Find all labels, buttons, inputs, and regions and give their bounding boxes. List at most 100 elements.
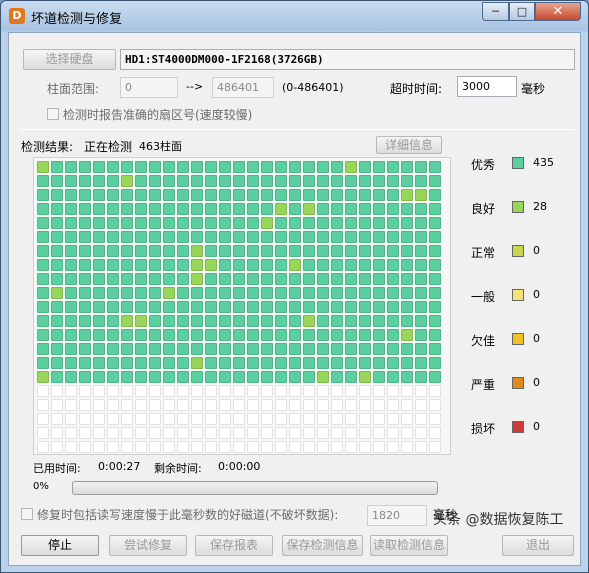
exit-button[interactable]: 退出 <box>502 535 574 556</box>
sector-cell-excellent <box>359 231 371 243</box>
repair-option-checkbox[interactable] <box>21 508 33 520</box>
sector-cell-excellent <box>219 301 231 313</box>
sector-cell-excellent <box>149 329 161 341</box>
sector-cell-excellent <box>93 259 105 271</box>
sector-cell-excellent <box>37 287 49 299</box>
sector-cell-excellent <box>373 357 385 369</box>
sector-cell-excellent <box>121 189 133 201</box>
save-detect-info-button[interactable]: 保存检测信息 <box>282 535 363 556</box>
sector-cell-excellent <box>415 231 427 243</box>
sector-cell-empty <box>65 385 77 397</box>
detail-info-button[interactable]: 详细信息 <box>376 136 442 154</box>
sector-cell-empty <box>345 441 357 453</box>
sector-cell-excellent <box>331 245 343 257</box>
sector-cell-excellent <box>51 231 63 243</box>
report-exact-checkbox[interactable] <box>47 108 59 120</box>
watermark: 头条 @数据恢复陈工 <box>433 512 564 528</box>
sector-cell-excellent <box>359 203 371 215</box>
sector-cell-empty <box>415 399 427 411</box>
sector-cell-excellent <box>275 189 287 201</box>
sector-cell-empty <box>163 413 175 425</box>
sector-cell-excellent <box>135 217 147 229</box>
sector-cell-excellent <box>219 273 231 285</box>
sector-cell-good <box>261 217 273 229</box>
range-end-input[interactable]: 486401 <box>212 77 274 98</box>
close-button[interactable]: ✕ <box>535 2 581 21</box>
sector-cell-excellent <box>247 231 259 243</box>
sector-cell-excellent <box>303 287 315 299</box>
sector-cell-excellent <box>65 259 77 271</box>
sector-cell-excellent <box>65 245 77 257</box>
select-disk-button[interactable]: 选择硬盘 <box>23 49 116 70</box>
title-bar[interactable]: D 坏道检测与修复 ─ □ ✕ <box>1 1 588 31</box>
sector-cell-empty <box>205 399 217 411</box>
sector-cell-excellent <box>289 315 301 327</box>
sector-cell-excellent <box>93 245 105 257</box>
minimize-button[interactable]: ─ <box>482 2 509 21</box>
sector-cell-excellent <box>93 301 105 313</box>
sector-cell-excellent <box>289 287 301 299</box>
sector-cell-excellent <box>429 245 441 257</box>
sector-cell-excellent <box>331 203 343 215</box>
sector-cell-empty <box>317 441 329 453</box>
sector-cell-excellent <box>429 175 441 187</box>
sector-cell-excellent <box>79 217 91 229</box>
sector-cell-excellent <box>359 287 371 299</box>
sector-cell-empty <box>289 427 301 439</box>
sector-cell-empty <box>415 441 427 453</box>
sector-cell-excellent <box>415 203 427 215</box>
stop-button[interactable]: 停止 <box>21 535 99 556</box>
sector-cell-excellent <box>261 315 273 327</box>
sector-cell-excellent <box>135 329 147 341</box>
sector-cell-excellent <box>303 371 315 383</box>
sector-cell-excellent <box>51 203 63 215</box>
timeout-input[interactable]: 3000 <box>457 76 517 97</box>
sector-cell-empty <box>191 427 203 439</box>
sector-cell-excellent <box>93 175 105 187</box>
sector-cell-excellent <box>79 343 91 355</box>
sector-cell-excellent <box>107 273 119 285</box>
sector-cell-excellent <box>317 175 329 187</box>
sector-cell-excellent <box>191 301 203 313</box>
sector-cell-empty <box>191 413 203 425</box>
range-start-input[interactable]: 0 <box>120 77 178 98</box>
sector-cell-excellent <box>51 357 63 369</box>
sector-cell-excellent <box>79 175 91 187</box>
save-report-button[interactable]: 保存报表 <box>195 535 273 556</box>
sector-cell-good <box>51 287 63 299</box>
sector-cell-empty <box>429 413 441 425</box>
sector-cell-excellent <box>135 259 147 271</box>
repair-threshold-input[interactable]: 1820 <box>367 505 427 526</box>
sector-cell-excellent <box>345 329 357 341</box>
sector-cell-excellent <box>359 245 371 257</box>
sector-cell-empty <box>317 399 329 411</box>
sector-cell-empty <box>51 441 63 453</box>
sector-cell-excellent <box>93 231 105 243</box>
sector-cell-excellent <box>233 343 245 355</box>
sector-cell-excellent <box>163 273 175 285</box>
sector-cell-empty <box>415 427 427 439</box>
sector-cell-excellent <box>387 343 399 355</box>
sector-cell-excellent <box>121 301 133 313</box>
sector-cell-excellent <box>303 161 315 173</box>
sector-cell-excellent <box>289 357 301 369</box>
sector-cell-excellent <box>289 217 301 229</box>
sector-cell-empty <box>121 385 133 397</box>
sector-cell-excellent <box>275 301 287 313</box>
sector-cell-excellent <box>219 245 231 257</box>
sector-cell-excellent <box>303 273 315 285</box>
sector-cell-empty <box>219 399 231 411</box>
load-detect-info-button[interactable]: 读取检测信息 <box>370 535 448 556</box>
maximize-button[interactable]: □ <box>509 2 535 21</box>
legend-count: 0 <box>533 376 540 389</box>
try-repair-button[interactable]: 尝试修复 <box>109 535 187 556</box>
sector-cell-excellent <box>219 357 231 369</box>
progress-percent: 0% <box>33 481 49 492</box>
sector-cell-empty <box>135 441 147 453</box>
sector-cell-excellent <box>429 329 441 341</box>
sector-cell-excellent <box>289 161 301 173</box>
sector-cell-excellent <box>93 287 105 299</box>
sector-cell-excellent <box>205 343 217 355</box>
sector-cell-excellent <box>51 245 63 257</box>
sector-cell-excellent <box>149 203 161 215</box>
